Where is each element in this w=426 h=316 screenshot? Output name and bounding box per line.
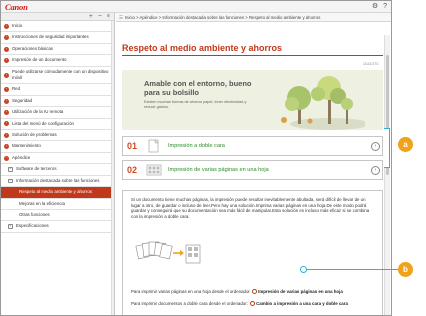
expand-icon[interactable]: +	[8, 167, 13, 172]
sidebar-item[interactable]: − Apéndice	[1, 153, 114, 165]
sidebar-item[interactable]: › Operaciones básicas	[1, 44, 114, 56]
sidebar-item[interactable]: − Información destacada sobre las funcion…	[1, 176, 114, 188]
page-title: Respeto al medio ambiente y ahorros	[122, 43, 283, 53]
link-arrow-icon[interactable]	[252, 289, 258, 294]
sidebar-scrollbar[interactable]	[111, 21, 114, 315]
sidebar-tools: + − ≡	[1, 13, 114, 21]
sidebar-item-label: Utilización de la IU remota	[12, 109, 64, 115]
sidebar-item-label: Solución de problemas	[12, 132, 57, 138]
collapse-icon[interactable]: −	[4, 155, 9, 161]
sidebar-item-label: Apéndice	[12, 154, 31, 160]
sidebar-item-label: Información destacada sobre las funcione…	[16, 177, 100, 183]
link-line-2: Para imprimir documentos a doble cara de…	[131, 301, 348, 306]
callout-badge-b: b	[398, 262, 413, 277]
collapse-icon[interactable]: −	[8, 178, 13, 184]
sidebar-item-label: Otras funciones	[19, 211, 50, 217]
callout-bracket-a	[384, 128, 390, 168]
callout-badge-a: a	[398, 137, 413, 152]
expand-icon[interactable]: ›	[4, 46, 9, 52]
expand-icon[interactable]: ›	[4, 23, 9, 29]
sidebar-item-label: Puede utilizarse cómodamente con un disp…	[12, 68, 109, 81]
sidebar-item[interactable]: › Seguridad	[1, 96, 114, 108]
sidebar-item[interactable]: › Inicio	[1, 21, 114, 33]
link-line-1: Para imprimir varias páginas en una hoja…	[131, 289, 343, 294]
sidebar-item-label: Impresión de un documento	[12, 57, 67, 63]
banner: Amable con el entorno, bueno para su bol…	[122, 70, 383, 130]
sidebar-item[interactable]: Otras funciones	[1, 210, 114, 222]
breadcrumb: ☰ Inicio > Apéndice > Información destaca…	[116, 13, 391, 22]
expand-icon[interactable]: ›	[4, 57, 9, 63]
eco-illustration-icon	[281, 76, 365, 130]
title-underline	[122, 55, 383, 56]
sidebar-item-label: Respeto al medio ambiente y ahorros	[19, 189, 92, 195]
sidebar-list: › Inicio › Instrucciones de seguridad impor…	[1, 21, 114, 233]
top-icons: ⚙ ?	[372, 3, 387, 10]
callout-line-b	[304, 269, 398, 270]
expand-icon[interactable]: ›	[4, 87, 9, 93]
multiple-pages-illustration-icon	[135, 241, 201, 264]
sidebar-item-label: Software de terceros	[16, 166, 57, 172]
sidebar-item-label: Especificaciones	[16, 223, 49, 229]
sidebar-item-label: Seguridad	[12, 97, 33, 103]
content-pane: ☰ Inicio > Apéndice > Información destaca…	[116, 13, 391, 315]
topic-body: Si un documento tiene muchas páginas, la…	[122, 190, 383, 315]
topic-row-1[interactable]: 01 Impresión a doble cara ›	[122, 136, 383, 156]
sidebar-item[interactable]: › Utilización de la IU remota	[1, 107, 114, 119]
sidebar-item[interactable]: + Especificaciones	[1, 221, 114, 233]
sidebar: + − ≡ › Inicio › Instrucciones de seguridad…	[1, 13, 115, 315]
expand-icon[interactable]: +	[8, 224, 13, 229]
topic-label[interactable]: Impresión de varias páginas en una hoja	[168, 167, 371, 173]
sidebar-item-label: Mejoras en la eficiencia	[19, 200, 65, 206]
sidebar-item[interactable]: › Puede utilizarse cómodamente con un dis…	[1, 67, 114, 85]
topic-row-2[interactable]: 02 Impresión de varias páginas en una ho…	[122, 160, 383, 180]
sidebar-item[interactable]: › Mantenimiento	[1, 141, 114, 153]
topic-label[interactable]: Impresión a doble cara	[168, 143, 371, 149]
link-arrow-icon[interactable]	[250, 301, 256, 306]
callout-dot-b	[300, 266, 307, 273]
link-multi-page[interactable]: Impresión de varias páginas en una hoja	[258, 289, 343, 294]
top-bar: Canon ⚙ ?	[1, 1, 391, 13]
expand-icon[interactable]: ›	[4, 98, 9, 104]
chevron-right-icon[interactable]: ›	[371, 141, 380, 151]
expand-icon[interactable]: ›	[4, 72, 9, 78]
expand-icon[interactable]: ›	[4, 109, 9, 115]
sidebar-item-label: Mantenimiento	[12, 143, 41, 149]
sidebar-item-label: Lista del menú de configuración	[12, 120, 74, 126]
sidebar-item[interactable]: › Instrucciones de seguridad importantes	[1, 32, 114, 44]
sidebar-item-label: Inicio	[12, 23, 23, 28]
expand-icon[interactable]: ›	[4, 121, 9, 127]
collapse-all-icon[interactable]: −	[98, 13, 102, 20]
content-scrollbar[interactable]	[384, 35, 390, 315]
sidebar-item[interactable]: + Software de terceros	[1, 164, 114, 176]
sidebar-item[interactable]: › Lista del menú de configuración	[1, 119, 114, 131]
banner-title: Amable con el entorno, bueno para su bol…	[144, 79, 252, 97]
doc-code: 11U3-07C	[363, 62, 379, 66]
sidebar-item[interactable]: › Solución de problemas	[1, 130, 114, 142]
sidebar-item-label: Instrucciones de seguridad importantes	[12, 34, 89, 40]
expand-all-icon[interactable]: +	[89, 13, 93, 20]
expand-icon[interactable]: ›	[4, 35, 9, 41]
link-duplex[interactable]: Cambio a impresión a una cara y doble ca…	[256, 301, 348, 306]
sidebar-item[interactable]: Mejoras en la eficiencia	[1, 199, 114, 210]
body-paragraph: Si un documento tiene muchas páginas, la…	[131, 197, 370, 219]
toc-icon[interactable]: ☰	[119, 15, 123, 20]
canon-logo: Canon	[5, 2, 28, 12]
list-icon[interactable]: ≡	[107, 13, 110, 20]
sidebar-item[interactable]: › Red	[1, 84, 114, 96]
topic-number: 01	[127, 141, 138, 151]
sidebar-item[interactable]: Respeto al medio ambiente y ahorros	[1, 187, 114, 199]
sidebar-item-label: Operaciones básicas	[12, 45, 54, 51]
gear-icon[interactable]: ⚙	[372, 3, 378, 10]
expand-icon[interactable]: ›	[4, 132, 9, 138]
sidebar-item[interactable]: › Impresión de un documento	[1, 55, 114, 67]
duplex-page-icon	[148, 139, 159, 153]
topic-number: 02	[127, 165, 138, 175]
banner-subtitle: Existen muchas formas de ahorrar papel, …	[144, 100, 247, 109]
chevron-right-icon[interactable]: ›	[371, 165, 380, 175]
multi-page-icon	[146, 164, 162, 176]
expand-icon[interactable]: ›	[4, 144, 9, 150]
question-icon[interactable]: ?	[383, 3, 387, 10]
sidebar-item-label: Red	[12, 86, 21, 92]
